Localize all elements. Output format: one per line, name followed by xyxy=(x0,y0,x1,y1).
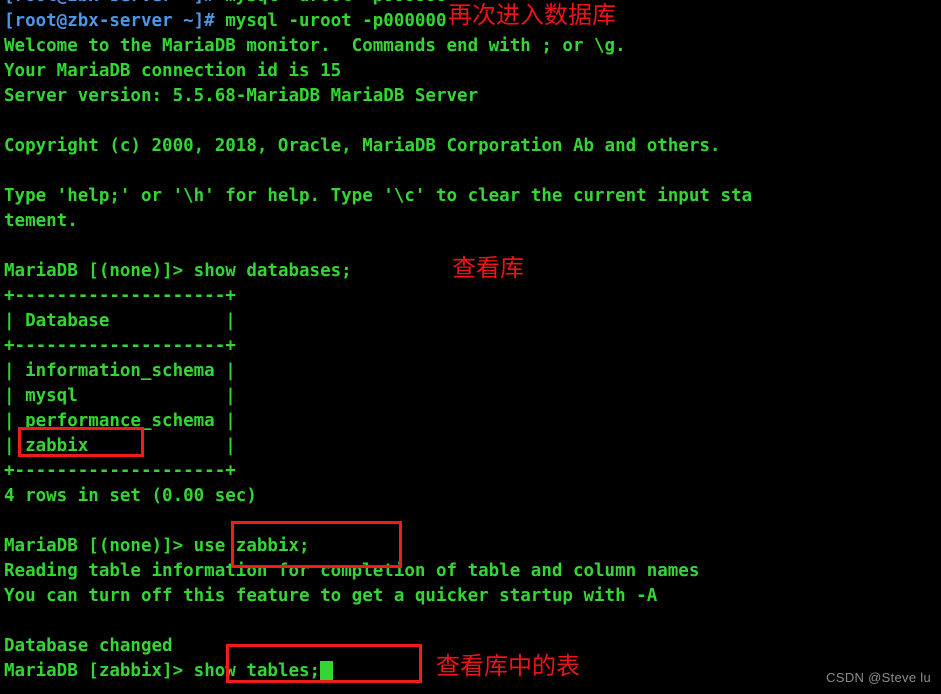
mysql-prompt: MariaDB [(none)]> xyxy=(4,261,184,281)
terminal-line-turn-off-feature: You can turn off this feature to get a q… xyxy=(4,586,658,606)
table-row: | mysql | xyxy=(4,386,236,406)
mysql-command-show-tables: show tables; xyxy=(183,661,321,681)
annotation-view-databases: 查看库 xyxy=(452,254,524,282)
table-row: | information_schema | xyxy=(4,361,236,381)
table-row-count: 4 rows in set (0.00 sec) xyxy=(4,486,257,506)
annotation-view-tables: 查看库中的表 xyxy=(436,652,580,680)
terminal-line-copyright: Copyright (c) 2000, 2018, Oracle, MariaD… xyxy=(4,136,721,156)
mysql-prompt-zabbix: MariaDB [zabbix]> xyxy=(4,661,184,681)
table-border-bottom: +--------------------+ xyxy=(4,461,236,481)
mysql-command-use-zabbix: use zabbix; xyxy=(183,536,310,556)
text-cursor xyxy=(320,661,333,680)
mysql-command-show-databases: show databases; xyxy=(183,261,352,281)
terminal-line-help-1: Type 'help;' or '\h' for help. Type '\c'… xyxy=(4,186,753,206)
shell-prompt: [root@zbx-server ~]# xyxy=(4,0,215,6)
table-border-top: +--------------------+ xyxy=(4,286,236,306)
terminal-line-reading-table-info: Reading table information for completion… xyxy=(4,561,700,581)
terminal-window[interactable]: [root@zbx-server ~]# mysql -uroot -p0000… xyxy=(0,0,941,694)
terminal-line-server-version: Server version: 5.5.68-MariaDB MariaDB S… xyxy=(4,86,479,106)
shell-prompt: [root@zbx-server ~]# xyxy=(4,11,215,31)
terminal-line-welcome: Welcome to the MariaDB monitor. Commands… xyxy=(4,36,626,56)
shell-command: mysql -uroot -p000000 xyxy=(214,11,447,31)
table-row: | performance_schema | xyxy=(4,411,236,431)
shell-command: mysql -uroot -p000000 xyxy=(215,0,446,6)
watermark: CSDN @Steve lu xyxy=(826,670,931,685)
terminal-line-use-zabbix: MariaDB [(none)]> use zabbix; xyxy=(4,534,941,559)
mysql-prompt: MariaDB [(none)]> xyxy=(4,536,184,556)
terminal-line-help-2: tement. xyxy=(4,211,78,231)
annotation-reenter-database: 再次进入数据库 xyxy=(448,1,616,29)
terminal-screen: [root@zbx-server ~]# mysql -uroot -p0000… xyxy=(4,0,941,684)
table-header-row: | Database | xyxy=(4,311,236,331)
table-row-zabbix: | zabbix | xyxy=(4,436,236,456)
table-border-mid: +--------------------+ xyxy=(4,336,236,356)
terminal-line-connection-id: Your MariaDB connection id is 15 xyxy=(4,61,342,81)
